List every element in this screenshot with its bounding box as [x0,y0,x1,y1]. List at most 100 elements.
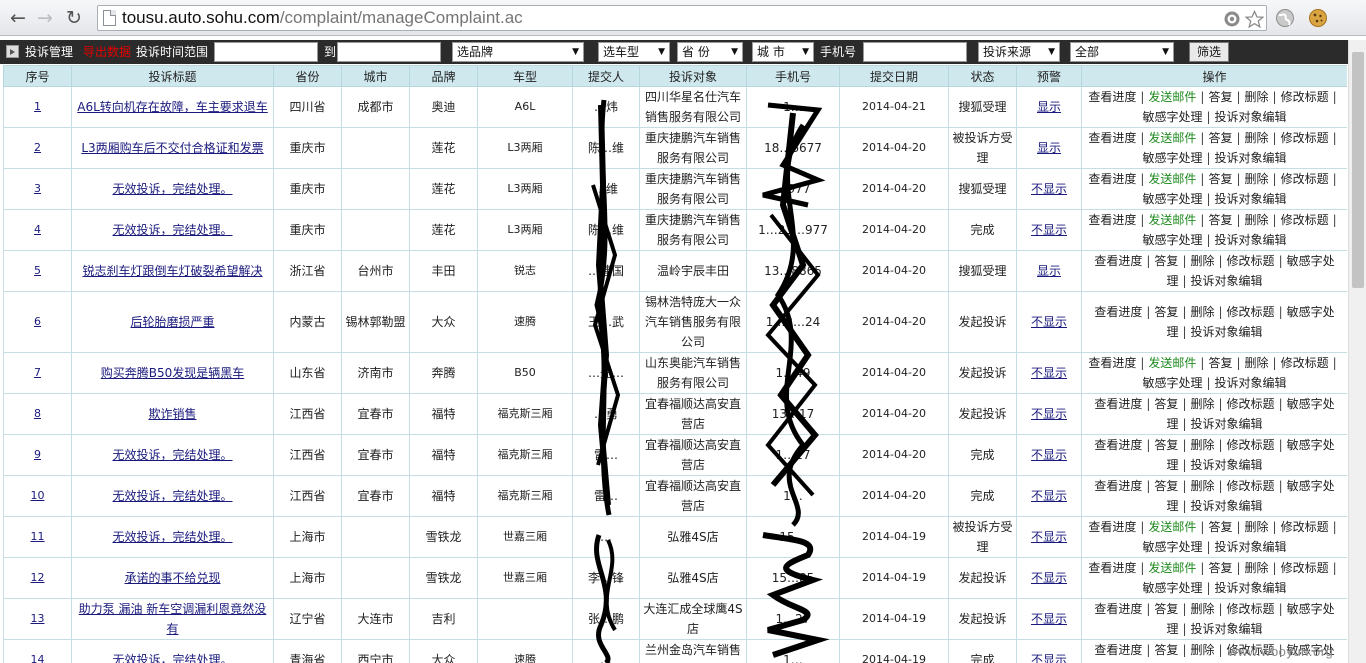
edit-title-link[interactable]: 修改标题 [1281,561,1329,575]
row-number-link[interactable]: 3 [34,182,41,195]
view-progress-link[interactable]: 查看进度 [1094,438,1142,452]
target-icon[interactable] [1222,9,1242,29]
edit-title-link[interactable]: 修改标题 [1227,438,1275,452]
warning-toggle-link[interactable]: 不显示 [1031,366,1067,380]
edit-target-link[interactable]: 投诉对象编辑 [1215,233,1287,247]
cookie-icon[interactable] [1307,7,1329,29]
row-number-link[interactable]: 4 [34,223,41,236]
view-progress-link[interactable]: 查看进度 [1088,90,1136,104]
reply-link[interactable]: 答复 [1208,520,1232,534]
warning-toggle-link[interactable]: 不显示 [1031,315,1067,329]
complaint-title-link[interactable]: 后轮胎磨损严重 [130,315,214,329]
edit-target-link[interactable]: 投诉对象编辑 [1191,622,1263,636]
sensitive-word-link[interactable]: 敏感字处理 [1142,581,1202,595]
sensitive-word-link[interactable]: 敏感字处理 [1142,376,1202,390]
delete-link[interactable]: 删除 [1245,90,1269,104]
view-progress-link[interactable]: 查看进度 [1094,643,1142,657]
warning-toggle-link[interactable]: 显示 [1037,141,1061,155]
view-progress-link[interactable]: 查看进度 [1094,305,1142,319]
warning-toggle-link[interactable]: 不显示 [1031,448,1067,462]
reply-link[interactable]: 答复 [1154,397,1178,411]
forward-icon[interactable]: → [34,7,56,29]
complaint-title-link[interactable]: 无效投诉，完结处理。 [112,448,232,462]
edit-target-link[interactable]: 投诉对象编辑 [1215,192,1287,206]
view-progress-link[interactable]: 查看进度 [1094,602,1142,616]
complaint-title-link[interactable]: 承诺的事不给兑现 [124,571,220,585]
sensitive-word-link[interactable]: 敏感字处理 [1142,151,1202,165]
warning-toggle-link[interactable]: 不显示 [1031,612,1067,626]
row-number-link[interactable]: 5 [34,264,41,277]
back-icon[interactable]: ← [7,7,29,29]
reply-link[interactable]: 答复 [1208,213,1232,227]
edit-target-link[interactable]: 投诉对象编辑 [1191,325,1263,339]
filter-button[interactable]: 筛选 [1189,42,1229,62]
view-progress-link[interactable]: 查看进度 [1094,254,1142,268]
edit-title-link[interactable]: 修改标题 [1281,356,1329,370]
url-text[interactable]: tousu.auto.sohu.com/complaint/manageComp… [122,8,523,28]
edit-target-link[interactable]: 投诉对象编辑 [1215,151,1287,165]
delete-link[interactable]: 删除 [1245,172,1269,186]
row-number-link[interactable]: 2 [34,141,41,154]
edit-target-link[interactable]: 投诉对象编辑 [1215,110,1287,124]
row-number-link[interactable]: 8 [34,407,41,420]
delete-link[interactable]: 删除 [1245,356,1269,370]
start-date-input[interactable] [214,42,318,62]
view-progress-link[interactable]: 查看进度 [1088,213,1136,227]
model-select[interactable]: 选车型 ▼ [598,42,670,62]
view-progress-link[interactable]: 查看进度 [1088,172,1136,186]
delete-link[interactable]: 删除 [1190,643,1214,657]
view-progress-link[interactable]: 查看进度 [1088,520,1136,534]
edit-target-link[interactable]: 投诉对象编辑 [1191,499,1263,513]
edit-title-link[interactable]: 修改标题 [1227,254,1275,268]
edit-target-link[interactable]: 投诉对象编辑 [1191,417,1263,431]
edit-title-link[interactable]: 修改标题 [1227,479,1275,493]
globe-icon[interactable] [1274,7,1296,29]
delete-link[interactable]: 删除 [1245,561,1269,575]
reply-link[interactable]: 答复 [1154,438,1178,452]
complaint-title-link[interactable]: 购买奔腾B50发现是辆黑车 [101,366,245,380]
row-number-link[interactable]: 7 [34,366,41,379]
sensitive-word-link[interactable]: 敏感字处理 [1142,233,1202,247]
export-link[interactable]: 导出数据 [83,40,131,64]
row-number-link[interactable]: 12 [31,571,45,584]
status-select[interactable]: 全部 ▼ [1070,42,1174,62]
reply-link[interactable]: 答复 [1154,254,1178,268]
brand-select[interactable]: 选品牌 ▼ [452,42,584,62]
complaint-title-link[interactable]: A6L转向机存在故障，车主要求退车 [77,100,268,114]
edit-target-link[interactable]: 投诉对象编辑 [1191,458,1263,472]
send-mail-link[interactable]: 发送邮件 [1148,356,1196,370]
reply-link[interactable]: 答复 [1154,305,1178,319]
edit-title-link[interactable]: 修改标题 [1281,520,1329,534]
delete-link[interactable]: 删除 [1245,131,1269,145]
collapse-icon[interactable] [6,45,19,58]
city-select[interactable]: 城 市 ▼ [752,42,814,62]
edit-target-link[interactable]: 投诉对象编辑 [1215,581,1287,595]
edit-title-link[interactable]: 修改标题 [1281,131,1329,145]
sensitive-word-link[interactable]: 敏感字处理 [1142,110,1202,124]
edit-target-link[interactable]: 投诉对象编辑 [1191,274,1263,288]
reply-link[interactable]: 答复 [1154,602,1178,616]
reply-link[interactable]: 答复 [1154,479,1178,493]
send-mail-link[interactable]: 发送邮件 [1148,561,1196,575]
delete-link[interactable]: 删除 [1245,520,1269,534]
warning-toggle-link[interactable]: 不显示 [1031,653,1067,663]
row-number-link[interactable]: 10 [31,489,45,502]
complaint-title-link[interactable]: L3两厢购车后不交付合格证和发票 [81,141,263,155]
warning-toggle-link[interactable]: 不显示 [1031,530,1067,544]
complaint-title-link[interactable]: 无效投诉，完结处理。 [112,182,232,196]
row-number-link[interactable]: 14 [31,653,45,663]
send-mail-link[interactable]: 发送邮件 [1148,131,1196,145]
delete-link[interactable]: 删除 [1190,438,1214,452]
row-number-link[interactable]: 11 [31,530,45,543]
phone-input[interactable] [863,42,967,62]
view-progress-link[interactable]: 查看进度 [1088,131,1136,145]
address-bar[interactable]: tousu.auto.sohu.com/complaint/manageComp… [97,5,1267,31]
view-progress-link[interactable]: 查看进度 [1088,561,1136,575]
warning-toggle-link[interactable]: 不显示 [1031,489,1067,503]
reply-link[interactable]: 答复 [1208,90,1232,104]
edit-target-link[interactable]: 投诉对象编辑 [1215,376,1287,390]
send-mail-link[interactable]: 发送邮件 [1148,172,1196,186]
complaint-title-link[interactable]: 无效投诉，完结处理。 [112,489,232,503]
star-icon[interactable] [1244,9,1264,29]
edit-title-link[interactable]: 修改标题 [1281,213,1329,227]
